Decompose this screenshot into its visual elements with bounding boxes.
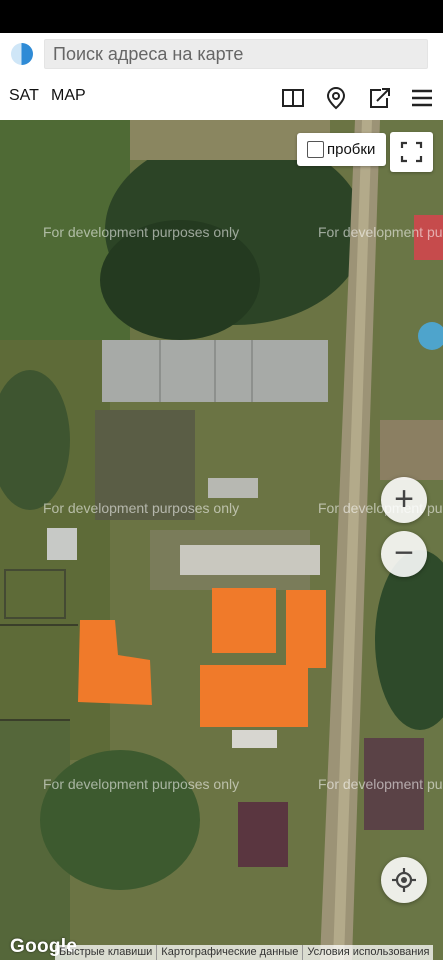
map-toolbar: SAT MAP — [0, 75, 443, 120]
watermark-text: For development purposes only — [43, 776, 240, 792]
search-input[interactable]: Поиск адреса на карте — [44, 39, 428, 69]
status-bar — [0, 0, 443, 33]
menu-icon[interactable] — [409, 85, 435, 111]
sat-mode-button[interactable]: SAT — [9, 87, 39, 105]
my-location-button[interactable] — [381, 857, 427, 903]
satellite-map[interactable]: For development purposes only For develo… — [0, 120, 443, 960]
share-icon[interactable] — [367, 85, 393, 111]
zoom-in-label: + — [394, 480, 414, 518]
crosshair-icon — [392, 868, 416, 892]
satellite-imagery — [0, 120, 443, 960]
split-view-icon[interactable] — [280, 85, 306, 111]
traffic-toggle[interactable]: пробки — [297, 133, 386, 166]
zoom-in-button[interactable]: + — [381, 477, 427, 523]
terms-link[interactable]: Условия использования — [303, 945, 433, 960]
zoom-out-button[interactable]: − — [381, 531, 427, 577]
globe-icon[interactable] — [11, 43, 33, 65]
watermark-text: For development purposes only — [43, 500, 240, 516]
zoom-out-label: − — [394, 534, 414, 572]
watermark-text: For development purposes only — [43, 224, 240, 240]
map-data-link[interactable]: Картографические данные — [157, 945, 304, 960]
map-attribution: Быстрые клавиши Картографические данные … — [55, 945, 434, 960]
keyboard-shortcuts-link[interactable]: Быстрые клавиши — [55, 945, 158, 960]
watermark-text: For development purposes only — [318, 776, 443, 792]
location-pin-icon[interactable] — [323, 85, 349, 111]
map-mode-button[interactable]: MAP — [51, 87, 86, 105]
search-row: Поиск адреса на карте — [0, 33, 443, 75]
fullscreen-button[interactable] — [390, 132, 433, 172]
traffic-label: пробки — [327, 141, 376, 158]
fullscreen-icon — [400, 141, 423, 163]
traffic-checkbox[interactable] — [307, 141, 324, 158]
watermark-text: For development purposes only — [318, 224, 443, 240]
